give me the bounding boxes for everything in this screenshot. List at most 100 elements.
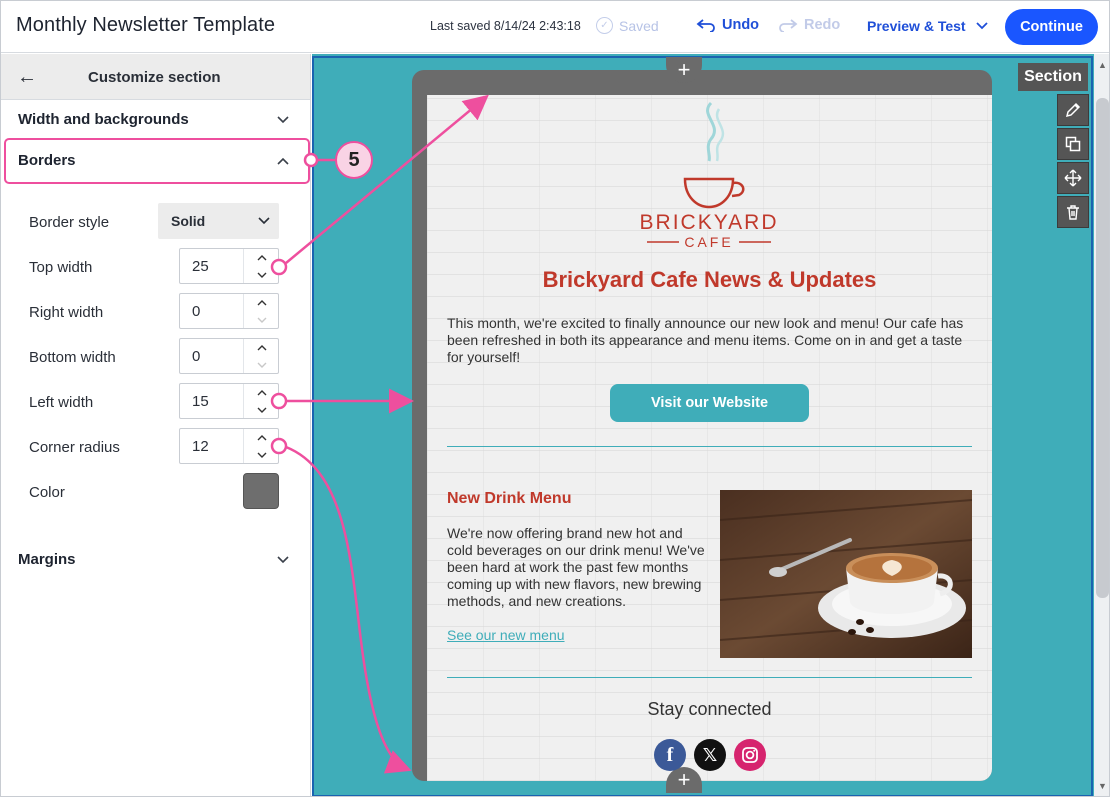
top-width-input[interactable]: 25 bbox=[179, 248, 279, 284]
delete-section-button[interactable] bbox=[1057, 196, 1089, 228]
corner-radius-label: Corner radius bbox=[29, 439, 120, 456]
border-color-swatch[interactable] bbox=[243, 473, 279, 509]
panel-title: Customize section bbox=[88, 69, 221, 86]
left-width-stepper bbox=[243, 384, 279, 418]
bottom-width-label: Bottom width bbox=[29, 349, 116, 366]
stay-connected-text[interactable]: Stay connected bbox=[427, 699, 992, 720]
increment-button[interactable] bbox=[244, 384, 280, 401]
panel-header: ← Customize section bbox=[1, 54, 310, 100]
left-width-label: Left width bbox=[29, 394, 94, 411]
page-title: Monthly Newsletter Template bbox=[16, 14, 276, 36]
scroll-down-icon[interactable]: ▼ bbox=[1098, 781, 1107, 791]
chevron-up-icon bbox=[257, 299, 267, 305]
decrement-button[interactable] bbox=[244, 446, 280, 463]
chevron-up-icon bbox=[257, 344, 267, 350]
top-width-stepper bbox=[243, 249, 279, 283]
back-arrow-icon[interactable]: ← bbox=[17, 66, 37, 89]
increment-button[interactable] bbox=[244, 429, 280, 446]
check-circle-icon: ✓ bbox=[596, 17, 613, 34]
email-headline[interactable]: Brickyard Cafe News & Updates bbox=[427, 267, 992, 293]
top-header: Monthly Newsletter Template Last saved 8… bbox=[1, 1, 1109, 53]
increment-button[interactable] bbox=[244, 294, 280, 311]
last-saved-text: Last saved 8/14/24 2:43:18 bbox=[430, 19, 581, 33]
left-width-value: 15 bbox=[192, 393, 209, 410]
continue-button[interactable]: Continue bbox=[1005, 9, 1098, 45]
redo-label: Redo bbox=[804, 17, 841, 33]
chevron-up-icon bbox=[257, 254, 267, 260]
canvas-scrollbar[interactable]: ▲ ▼ bbox=[1094, 54, 1109, 796]
right-width-label: Right width bbox=[29, 304, 104, 321]
color-label: Color bbox=[29, 484, 65, 501]
drink-menu-text[interactable]: We're now offering brand new hot and col… bbox=[447, 525, 709, 610]
border-style-select[interactable]: Solid bbox=[158, 203, 279, 239]
decrement-button[interactable] bbox=[244, 356, 280, 373]
move-icon bbox=[1064, 169, 1082, 187]
bottom-width-value: 0 bbox=[192, 348, 201, 365]
plus-icon: + bbox=[677, 767, 691, 792]
visit-website-button[interactable]: Visit our Website bbox=[610, 384, 809, 422]
preview-test-button[interactable]: Preview & Test bbox=[867, 18, 988, 34]
brickyard-logo[interactable]: BRICKYARD CAFE bbox=[639, 99, 779, 251]
chevron-down-icon bbox=[975, 22, 988, 30]
borders-highlight bbox=[4, 138, 310, 184]
latte-image bbox=[720, 490, 972, 658]
bottom-width-input[interactable]: 0 bbox=[179, 338, 279, 374]
top-width-value: 25 bbox=[192, 258, 209, 275]
chevron-down-icon bbox=[257, 272, 267, 278]
top-width-label: Top width bbox=[29, 259, 93, 276]
app-window: Monthly Newsletter Template Last saved 8… bbox=[0, 0, 1110, 797]
scroll-up-icon[interactable]: ▲ bbox=[1098, 60, 1107, 70]
x-icon[interactable]: 𝕏 bbox=[694, 739, 726, 771]
customize-panel: ← Customize section Width and background… bbox=[1, 54, 311, 796]
right-width-input[interactable]: 0 bbox=[179, 293, 279, 329]
plus-icon: + bbox=[677, 57, 691, 82]
coffee-photo[interactable] bbox=[720, 490, 972, 658]
duplicate-icon bbox=[1065, 136, 1081, 152]
divider-line[interactable] bbox=[447, 677, 972, 678]
redo-icon bbox=[779, 19, 798, 32]
facebook-icon[interactable]: f bbox=[654, 739, 686, 771]
step-badge: 5 bbox=[335, 141, 373, 179]
email-intro-text[interactable]: This month, we're excited to finally ann… bbox=[447, 315, 977, 366]
instagram-icon[interactable] bbox=[734, 739, 766, 771]
pencil-icon bbox=[1065, 102, 1081, 118]
duplicate-section-button[interactable] bbox=[1057, 128, 1089, 160]
increment-button[interactable] bbox=[244, 249, 280, 266]
scroll-thumb[interactable] bbox=[1096, 98, 1109, 598]
decrement-button[interactable] bbox=[244, 311, 280, 328]
redo-button[interactable]: Redo bbox=[778, 17, 840, 33]
chevron-down-icon bbox=[257, 407, 267, 413]
increment-button[interactable] bbox=[244, 339, 280, 356]
drink-menu-heading[interactable]: New Drink Menu bbox=[447, 490, 571, 508]
divider-line[interactable] bbox=[447, 446, 972, 447]
corner-radius-input[interactable]: 12 bbox=[179, 428, 279, 464]
logo-subtext: CAFE bbox=[684, 234, 733, 250]
chevron-up-icon bbox=[257, 434, 267, 440]
saved-label: Saved bbox=[619, 17, 659, 34]
undo-label: Undo bbox=[722, 17, 760, 33]
undo-icon bbox=[696, 19, 715, 32]
undo-button[interactable]: Undo bbox=[696, 17, 759, 33]
chevron-down-icon bbox=[257, 452, 267, 458]
section-tag: Section bbox=[1018, 63, 1088, 91]
right-width-value: 0 bbox=[192, 303, 201, 320]
chevron-down-icon bbox=[257, 362, 267, 368]
chevron-down-icon bbox=[277, 556, 289, 564]
decrement-button[interactable] bbox=[244, 401, 280, 418]
border-style-value: Solid bbox=[171, 213, 206, 229]
left-width-input[interactable]: 15 bbox=[179, 383, 279, 419]
trash-icon bbox=[1067, 205, 1079, 220]
chevron-down-icon bbox=[277, 116, 289, 124]
preview-label: Preview & Test bbox=[867, 18, 966, 34]
accordion-label: Margins bbox=[18, 551, 76, 568]
corner-radius-stepper bbox=[243, 429, 279, 463]
logo-text: BRICKYARD bbox=[640, 211, 779, 234]
decrement-button[interactable] bbox=[244, 266, 280, 283]
right-width-stepper bbox=[243, 294, 279, 328]
see-menu-link[interactable]: See our new menu bbox=[447, 627, 565, 643]
accordion-width-backgrounds[interactable]: Width and backgrounds bbox=[1, 100, 310, 140]
move-section-button[interactable] bbox=[1057, 162, 1089, 194]
border-style-label: Border style bbox=[29, 214, 110, 231]
accordion-margins[interactable]: Margins bbox=[1, 540, 310, 580]
edit-section-button[interactable] bbox=[1057, 94, 1089, 126]
